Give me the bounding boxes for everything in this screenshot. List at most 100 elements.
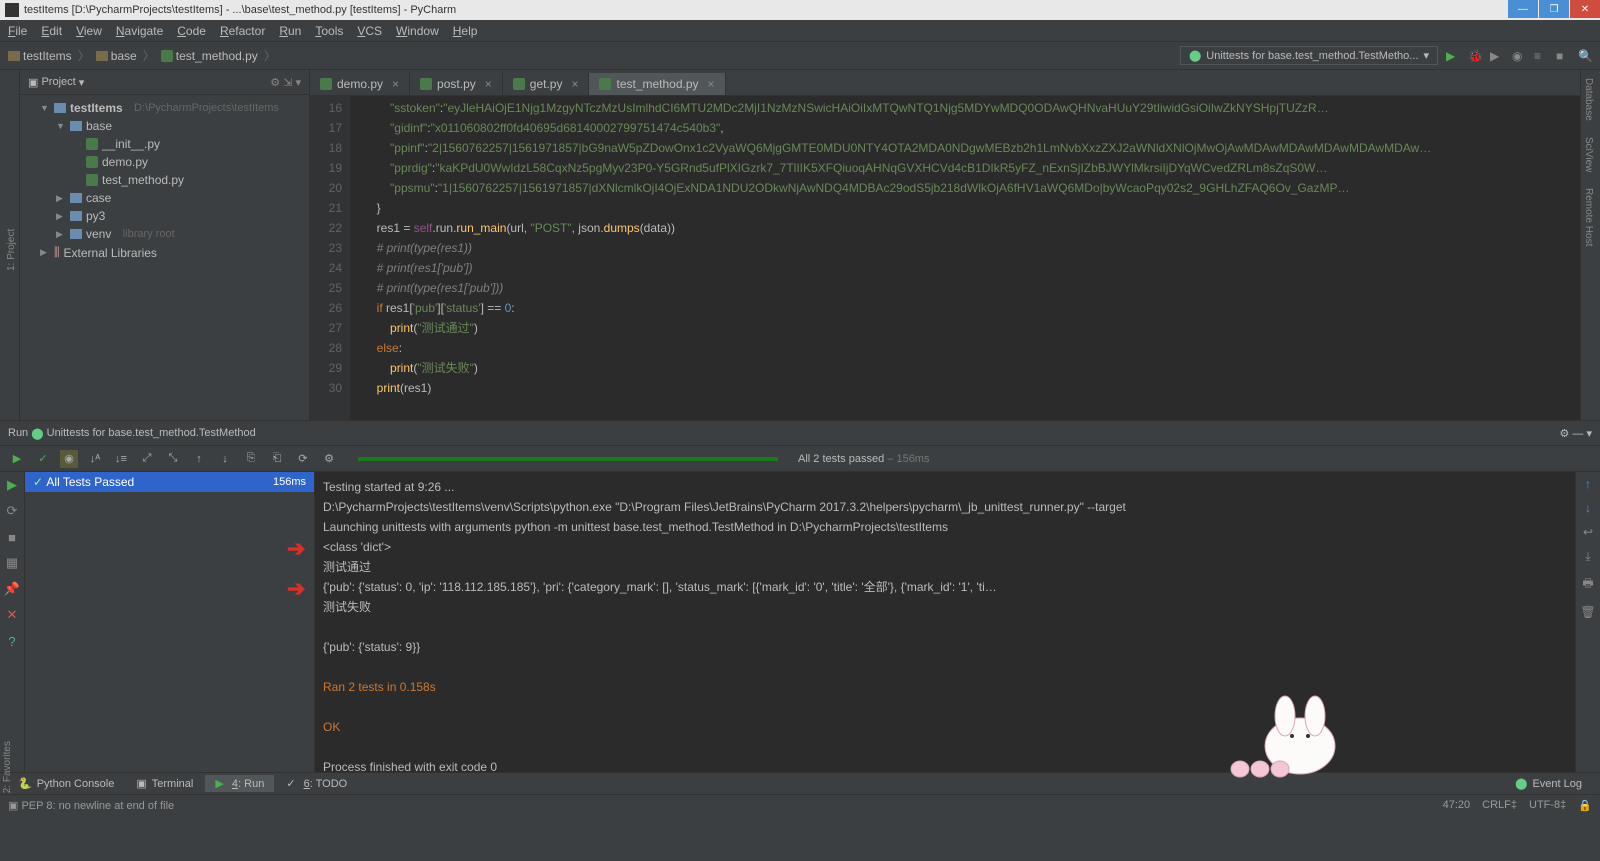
help-icon[interactable]: ? (4, 633, 20, 649)
breadcrumb-sep: 〉 (264, 47, 276, 64)
tree-root[interactable]: ▼testItems D:\PycharmProjects\testItems (20, 99, 309, 117)
print-icon[interactable]: 🖶 (1582, 574, 1593, 595)
close-icon[interactable]: ✕ (4, 607, 20, 623)
next-button[interactable]: ↓ (216, 450, 234, 468)
close-tab-icon[interactable]: × (485, 77, 492, 91)
left-tool-tabs: 1: Project 7: Structure (0, 70, 20, 420)
menu-run[interactable]: Run (279, 24, 301, 38)
run-tab[interactable]: ▶ 4: Run (205, 775, 274, 792)
encoding[interactable]: UTF-8‡ (1529, 799, 1566, 812)
coverage-button[interactable]: ▶ (1490, 49, 1504, 63)
run-config-selector[interactable]: ⬤ Unittests for base.test_method.TestMet… (1180, 46, 1438, 65)
debug-button[interactable]: 🐞 (1468, 49, 1482, 63)
sort-time-button[interactable]: ↓≡ (112, 450, 130, 468)
sciview-tool-tab[interactable]: SciView (1581, 129, 1596, 180)
down-icon[interactable]: ↓ (1585, 501, 1591, 515)
profile-button[interactable]: ◉ (1512, 49, 1526, 63)
menu-edit[interactable]: Edit (41, 24, 62, 38)
settings-button[interactable]: ⚙ (320, 450, 338, 468)
toggle-auto-icon[interactable]: ⟳ (4, 503, 20, 519)
test-icon: ⬤ (31, 427, 43, 440)
editor-tab[interactable]: post.py× (410, 73, 503, 95)
chevron-down-icon[interactable]: ▾ (76, 76, 85, 89)
tree-folder-base[interactable]: ▼base (20, 117, 309, 135)
export-button[interactable]: ⎘ (242, 450, 260, 468)
terminal-tab[interactable]: ▣Terminal (126, 775, 203, 792)
menu-view[interactable]: View (76, 24, 102, 38)
event-log-tab[interactable]: ⬤Event Log (1505, 775, 1592, 792)
sort-button[interactable]: ↓ᴬ (86, 450, 104, 468)
menu-code[interactable]: Code (177, 24, 206, 38)
tree-file[interactable]: test_method.py (20, 171, 309, 189)
stop-button[interactable]: ■ (1556, 49, 1570, 63)
close-button[interactable]: ✕ (1570, 0, 1600, 18)
concurrency-button[interactable]: ≡ (1534, 49, 1548, 63)
menu-vcs[interactable]: VCS (357, 24, 382, 38)
code-lines[interactable]: "sstoken":"eyJleHAiOjE1Njg1MzgyNTczMzUsI… (350, 96, 1580, 420)
console-output[interactable]: Testing started at 9:26 ...D:\PycharmPro… (315, 472, 1575, 772)
toggle-ignored-button[interactable]: ◉ (60, 450, 78, 468)
menu-tools[interactable]: Tools (315, 24, 343, 38)
gear-icon[interactable]: ⚙ — ▾ (1560, 427, 1593, 440)
prev-button[interactable]: ↑ (190, 450, 208, 468)
run-button[interactable]: ▶ (1446, 49, 1460, 63)
menu-help[interactable]: Help (453, 24, 478, 38)
close-tab-icon[interactable]: × (392, 77, 399, 91)
minimize-button[interactable]: — (1508, 0, 1538, 18)
run-panel: Run ⬤ Unittests for base.test_method.Tes… (0, 420, 1600, 772)
tree-folder-venv[interactable]: ▶venv library root (20, 225, 309, 243)
expand-button[interactable]: ⤢ (138, 450, 156, 468)
test-progress-bar (358, 457, 778, 461)
clear-icon[interactable]: 🗑 (1580, 605, 1595, 619)
tree-folder-case[interactable]: ▶case (20, 189, 309, 207)
rerun-button[interactable]: ▶ (8, 450, 26, 468)
soft-wrap-icon[interactable]: ↩ (1583, 525, 1593, 539)
gear-icon[interactable]: ⚙ ⇲ ▾ (270, 76, 301, 89)
import-button[interactable]: ⎗ (268, 450, 286, 468)
menu-file[interactable]: File (8, 24, 27, 38)
lock-icon[interactable]: 🔒 (1578, 799, 1592, 812)
todo-tab[interactable]: ✓ 6: TODO (276, 775, 357, 792)
maximize-button[interactable]: ❐ (1539, 0, 1569, 18)
tree-file[interactable]: demo.py (20, 153, 309, 171)
editor-tab[interactable]: test_method.py× (589, 73, 725, 95)
favorites-tool-tab[interactable]: 2: Favorites (0, 733, 20, 801)
test-tree-root[interactable]: ✓ All Tests Passed 156ms (25, 472, 314, 492)
editor-tab[interactable]: demo.py× (310, 73, 410, 95)
python-console-tab[interactable]: 🐍Python Console (8, 775, 124, 792)
history-button[interactable]: ⟳ (294, 450, 312, 468)
breadcrumb-file[interactable]: test_method.py (161, 49, 258, 63)
tree-file[interactable]: __init__.py (20, 135, 309, 153)
rerun-icon[interactable]: ▶ (4, 477, 20, 493)
caret-position[interactable]: 47:20 (1443, 799, 1471, 812)
project-tool-tab[interactable]: 1: Project (4, 80, 19, 420)
line-ending[interactable]: CRLF‡ (1482, 799, 1517, 812)
close-tab-icon[interactable]: × (571, 77, 578, 91)
menu-window[interactable]: Window (396, 24, 439, 38)
tree-external-libraries[interactable]: ▶⫼External Libraries (20, 243, 309, 262)
code-editor[interactable]: 161718192021222324252627282930 "sstoken"… (310, 96, 1580, 420)
layout-icon[interactable]: ▦ (4, 555, 20, 571)
toggle-passed-button[interactable]: ✓ (34, 450, 52, 468)
search-button[interactable]: 🔍 (1578, 49, 1592, 63)
pin-icon[interactable]: 📌 (4, 581, 20, 597)
run-panel-title-prefix: Run (8, 427, 28, 439)
breadcrumb-folder[interactable]: base (96, 49, 137, 63)
breadcrumb-root[interactable]: testItems (8, 49, 72, 63)
tree-folder-py3[interactable]: ▶py3 (20, 207, 309, 225)
folder-icon (70, 193, 82, 203)
scroll-end-icon[interactable]: ⤓ (1585, 549, 1590, 564)
collapse-button[interactable]: ⤡ (164, 450, 182, 468)
window-title: testItems [D:\PycharmProjects\testItems]… (24, 4, 456, 16)
editor-tab[interactable]: get.py× (503, 73, 590, 95)
menu-refactor[interactable]: Refactor (220, 24, 265, 38)
bottom-tool-tabs: 🐍Python Console ▣Terminal ▶ 4: Run ✓ 6: … (0, 772, 1600, 794)
remote-host-tool-tab[interactable]: Remote Host (1581, 180, 1596, 254)
structure-tool-tab[interactable]: 7: Structure (0, 80, 4, 420)
database-tool-tab[interactable]: Database (1581, 70, 1596, 129)
stop-icon[interactable]: ■ (4, 529, 20, 545)
titlebar: testItems [D:\PycharmProjects\testItems]… (0, 0, 1600, 20)
up-icon[interactable]: ↑ (1585, 477, 1591, 491)
menu-navigate[interactable]: Navigate (116, 24, 163, 38)
close-tab-icon[interactable]: × (708, 77, 715, 91)
